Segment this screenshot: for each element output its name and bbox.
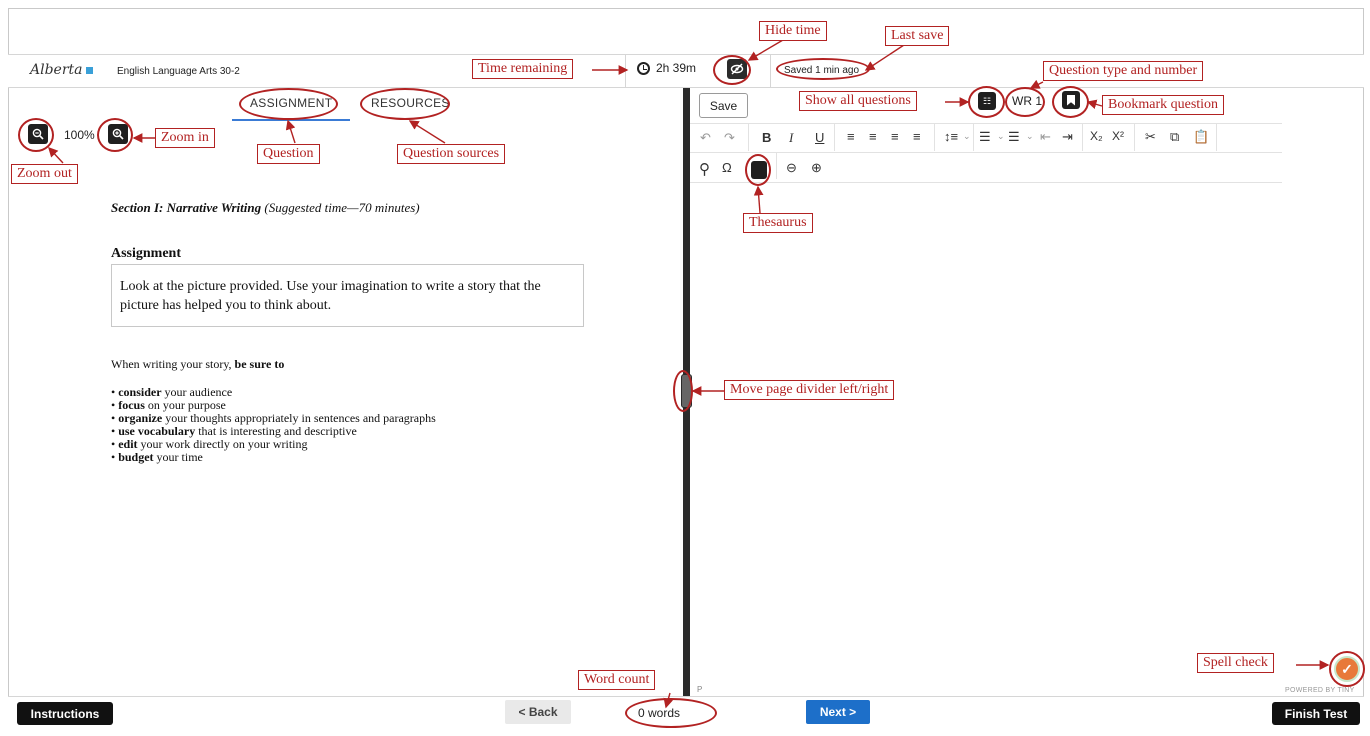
annotation-time-remaining: Time remaining (472, 59, 574, 79)
annotation-zoom-out: Zoom out (11, 164, 78, 184)
annotation-move-divider: Move page divider left/right (724, 380, 895, 400)
annotation-word-count: Word count (578, 670, 656, 690)
annotation-thesaurus: Thesaurus (743, 213, 813, 233)
annotation-question-type: Question type and number (1043, 61, 1204, 81)
annotation-spell-check: Spell check (1197, 653, 1274, 673)
annotation-show-all-questions: Show all questions (799, 91, 917, 111)
annotation-zoom-in: Zoom in (155, 128, 215, 148)
annotation-bookmark: Bookmark question (1102, 95, 1225, 115)
annotation-question: Question (257, 144, 320, 164)
annotation-question-sources: Question sources (397, 144, 506, 164)
annotation-hide-time: Hide time (759, 21, 827, 41)
annotation-last-save: Last save (885, 26, 950, 46)
